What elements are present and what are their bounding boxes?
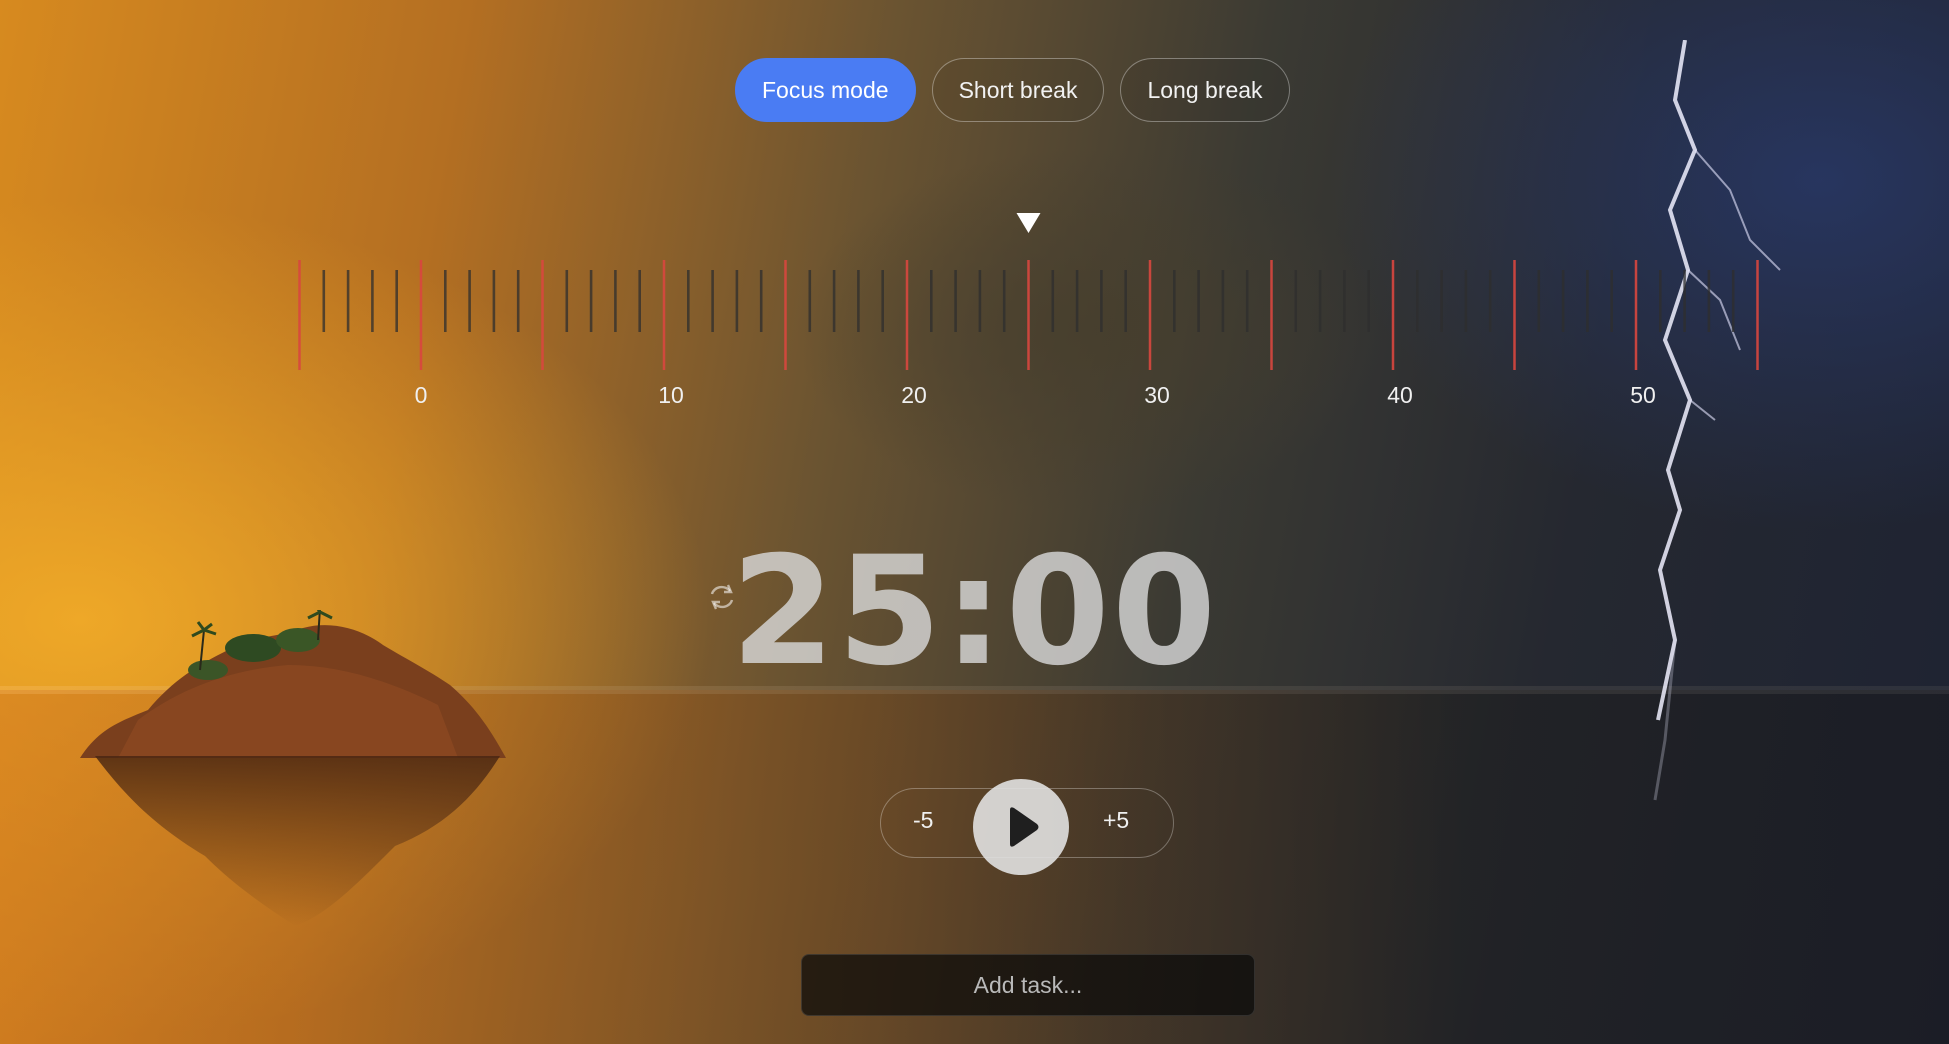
tab-short-break[interactable]: Short break [931,58,1105,122]
tab-long-break[interactable]: Long break [1120,58,1290,122]
ruler-label-0: 0 [414,382,428,408]
ruler-pointer-icon [1016,213,1041,233]
mode-tabs: Focus mode Short break Long break [735,58,1290,122]
play-button[interactable] [973,779,1069,875]
ruler-label-10: 10 [658,382,684,408]
add-task-input[interactable] [801,954,1255,1016]
minus-five-button[interactable]: -5 [913,807,933,834]
plus-five-button[interactable]: +5 [1103,807,1129,834]
ruler-ticks [298,213,1759,370]
tab-focus-mode[interactable]: Focus mode [735,58,916,122]
island-reflection [95,756,500,926]
minute-ruler[interactable]: 0 10 20 30 40 50 [290,210,1770,420]
ruler-label-50: 50 [1630,382,1656,408]
ruler-label-20: 20 [901,382,927,408]
lightning-image [1653,40,1781,801]
ruler-label-30: 30 [1144,382,1170,408]
timer-display: 25:00 [730,525,1219,699]
ruler-label-40: 40 [1387,382,1413,408]
play-icon [1010,807,1039,847]
